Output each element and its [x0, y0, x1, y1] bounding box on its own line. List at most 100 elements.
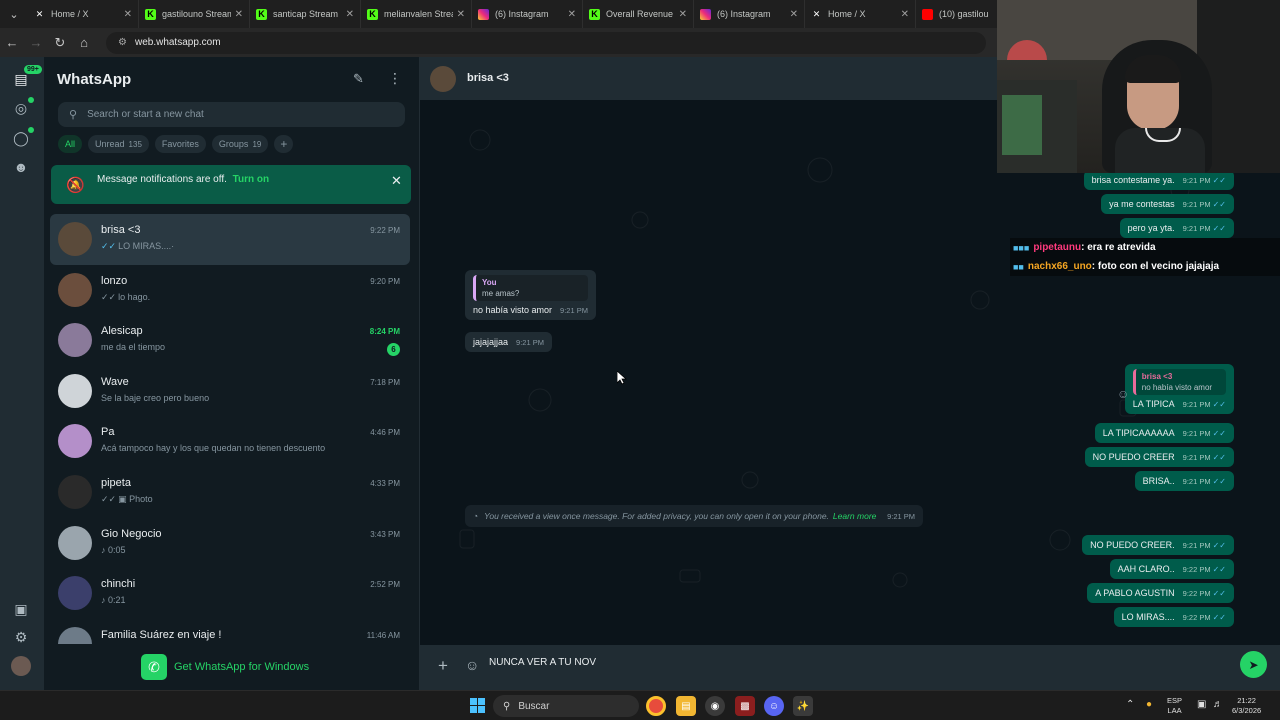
app-icon[interactable]: ✨ [793, 696, 813, 716]
search-input[interactable]: ⚲ Search or start a new chat [58, 102, 405, 127]
language-indicator[interactable]: ESP LAA [1167, 696, 1182, 716]
close-tab-icon[interactable]: ✕ [901, 9, 909, 20]
chat-avatar[interactable] [58, 576, 92, 611]
close-tab-icon[interactable]: ✕ [790, 9, 798, 20]
outgoing-message[interactable]: brisa contestame ya. 9:21 PM ✓✓ [1083, 170, 1234, 190]
browser-tab[interactable]: Kmelianvalen Strea ✕ [361, 0, 472, 28]
discord-icon[interactable]: ☺ [764, 696, 784, 716]
outgoing-message[interactable]: LA TIPICAAAAAA 9:21 PM ✓✓ [1094, 423, 1234, 443]
outgoing-message[interactable]: pero ya yta. 9:21 PM ✓✓ [1119, 218, 1234, 238]
close-tab-icon[interactable]: ✕ [346, 9, 354, 20]
chat-avatar[interactable] [58, 373, 92, 408]
outgoing-message[interactable]: NO PUEDO CREER 9:21 PM ✓✓ [1084, 447, 1234, 467]
chrome-icon[interactable] [646, 696, 666, 716]
outgoing-message[interactable]: AAH CLARO.. 9:22 PM ✓✓ [1109, 559, 1234, 579]
browser-tab[interactable]: K Overall Revenue ✕ [583, 0, 694, 28]
get-whatsapp-link[interactable]: ✆ Get WhatsApp for Windows [141, 654, 309, 680]
search-placeholder: Search or start a new chat [87, 109, 204, 120]
close-tab-icon[interactable]: ✕ [568, 9, 576, 20]
browser-tab[interactable]: (6) Instagram ✕ [694, 0, 805, 28]
filter-unread[interactable]: Unread 135 [88, 135, 149, 153]
chat-avatar[interactable] [58, 323, 92, 358]
attach-plus-icon[interactable]: + [438, 656, 448, 676]
message-text: LO MIRAS.... [1121, 612, 1175, 622]
outgoing-message[interactable]: LO MIRAS.... 9:22 PM ✓✓ [1113, 607, 1234, 627]
outgoing-message[interactable]: NO PUEDO CREER. 9:21 PM ✓✓ [1082, 535, 1234, 555]
outgoing-message[interactable]: A PABLO AGUSTIN 9:22 PM ✓✓ [1087, 583, 1234, 603]
tray-chevron-icon[interactable]: ⌃ [1126, 699, 1134, 710]
filter-favorites[interactable]: Favorites [154, 135, 206, 153]
quoted-message[interactable]: brisa <3 no había visto amor [1132, 369, 1226, 395]
chat-row[interactable]: Pa 4:46 PM Acá tampoco hay y los que queda… [50, 416, 410, 467]
chat-row[interactable]: brisa <3 9:22 PM ✓✓ LO MIRAS....· [50, 214, 410, 265]
chat-avatar[interactable] [58, 222, 92, 256]
back-icon[interactable]: ← [0, 35, 24, 50]
browser-tab[interactable]: Ksanticap Stream ✕ [250, 0, 361, 28]
chat-avatar[interactable] [58, 626, 92, 644]
tab-search-chevron-icon[interactable]: ⌄ [0, 0, 28, 28]
chat-row[interactable]: Wave 7:18 PM Se la baje creo pero bueno [50, 366, 410, 417]
close-tab-icon[interactable]: ✕ [124, 9, 132, 20]
communities-icon[interactable]: ☻ [11, 157, 31, 177]
windows-start-icon[interactable] [470, 698, 485, 713]
site-info-icon[interactable]: ⚙ [118, 37, 127, 48]
outgoing-message[interactable]: BRISA.. 9:21 PM ✓✓ [1134, 471, 1234, 491]
chat-row[interactable]: lonzo 9:20 PM ✓✓ lo hago. [50, 265, 410, 316]
close-tab-icon[interactable]: ✕ [457, 9, 465, 20]
browser-tab[interactable]: Kgastilouno Stream ✕ [139, 0, 250, 28]
chat-row[interactable]: Gio Negocio 3:43 PM ♪ 0:05 [50, 518, 410, 569]
emoji-react-icon[interactable]: ☺ [1117, 387, 1129, 401]
reload-icon[interactable]: ↻ [48, 35, 72, 51]
url-field[interactable]: ⚙ web.whatsapp.com [106, 31, 986, 54]
chat-row[interactable]: Familia Suárez en viaje ! 11:46 AM [50, 619, 410, 644]
outgoing-message[interactable]: brisa <3 no había visto amor LA TIPICA 9:21… [1124, 364, 1234, 414]
send-button[interactable]: ➤ [1240, 651, 1267, 678]
display-icon[interactable]: ▣ [1197, 699, 1206, 710]
close-tab-icon[interactable]: ✕ [235, 9, 243, 20]
file-explorer-icon[interactable]: ▤ [676, 696, 696, 716]
incoming-message[interactable]: You me amas? no había visto amor 9:21 PM [465, 270, 596, 320]
chat-row[interactable]: pipeta 4:33 PM ✓✓ ▣ Photo [50, 467, 410, 518]
channels-dot [28, 127, 34, 133]
home-icon[interactable]: ⌂ [72, 35, 96, 50]
unread-count: 135 [128, 139, 142, 149]
obs-icon[interactable]: ◉ [705, 696, 725, 716]
message-time: 9:21 PM [1182, 541, 1211, 550]
clock-date: 6/3/2026 [1232, 706, 1262, 715]
close-icon[interactable]: ✕ [391, 173, 402, 189]
sticker-icon[interactable]: ☺ [465, 657, 479, 673]
browser-tab[interactable]: (6) Instagram ✕ [472, 0, 583, 28]
browser-tab[interactable]: ✕ Home / X ✕ [805, 0, 916, 28]
chat-row[interactable]: chinchi 2:52 PM ♪ 0:21 [50, 568, 410, 619]
chat-avatar[interactable] [58, 272, 92, 307]
learn-more-link[interactable]: Learn more [833, 511, 876, 521]
chat-avatar[interactable] [58, 525, 92, 560]
quoted-message[interactable]: You me amas? [473, 275, 588, 301]
new-chat-icon[interactable]: ✎ [353, 71, 364, 87]
media-icon[interactable]: ▣ [11, 599, 31, 619]
browser-tab[interactable]: ✕ Home / X ✕ [28, 0, 139, 28]
chat-row[interactable]: Alesicap 8:24 PM me da el tiempo 6 [50, 315, 410, 366]
taskbar-clock[interactable]: 21:22 6/3/2026 [1232, 696, 1261, 716]
filter-groups[interactable]: Groups 19 [211, 135, 269, 153]
settings-icon[interactable]: ⚙ [11, 627, 31, 647]
volume-icon[interactable]: ♬ [1213, 699, 1223, 710]
add-filter-button[interactable]: + [274, 135, 294, 153]
profile-avatar[interactable] [11, 656, 31, 676]
forward-icon[interactable]: → [24, 35, 48, 50]
filter-all[interactable]: All [58, 135, 83, 153]
outgoing-message[interactable]: ya me contestas 9:21 PM ✓✓ [1101, 194, 1234, 214]
menu-icon[interactable]: ⋮ [388, 70, 402, 87]
close-tab-icon[interactable]: ✕ [679, 9, 687, 20]
turn-on-link[interactable]: Turn on [233, 174, 269, 185]
chat-time: 2:52 PM [370, 580, 400, 590]
voicemeeter-icon[interactable]: ▩ [735, 696, 755, 716]
message-input[interactable]: NUNCA VER A TU NOV [489, 657, 596, 668]
incoming-message[interactable]: jajajajjaa 9:21 PM [465, 332, 552, 352]
chat-avatar[interactable] [58, 424, 92, 459]
taskbar-search[interactable]: ⚲ Buscar [493, 695, 639, 717]
contact-avatar[interactable] [430, 66, 456, 92]
chat-avatar[interactable] [58, 474, 92, 509]
contact-name[interactable]: brisa <3 [467, 72, 509, 84]
mic-tray-icon[interactable]: ● [1146, 699, 1152, 710]
